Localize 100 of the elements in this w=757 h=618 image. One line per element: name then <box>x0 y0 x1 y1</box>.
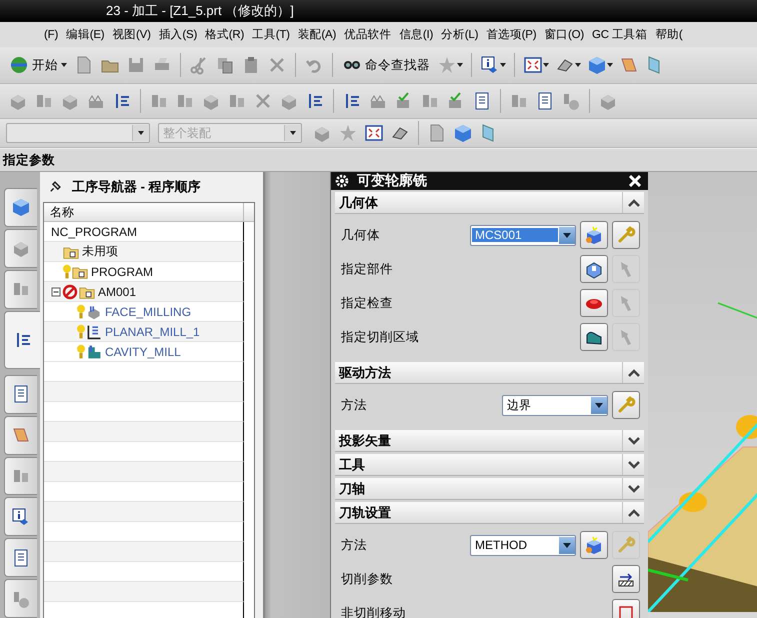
section-title: 刀轨设置 <box>338 504 392 522</box>
globe-icon <box>9 55 29 75</box>
method-dropdown[interactable]: 边界 <box>502 394 608 416</box>
cube-icon <box>453 123 473 143</box>
navigator-tab[interactable] <box>4 310 40 369</box>
settings-icon[interactable] <box>335 174 349 188</box>
cue-line: 指定参数 <box>3 152 55 168</box>
menu-item[interactable]: 首选项(P) <box>482 27 540 42</box>
menu-item[interactable]: 信息(I) <box>395 27 438 42</box>
navigator-tab[interactable] <box>4 374 37 414</box>
section-header[interactable]: 投影矢量 <box>335 430 644 452</box>
dialog-title: 可变轮廓铣 <box>357 172 428 190</box>
tree-item-label: PROGRAM <box>91 264 154 278</box>
caret-icon <box>61 63 67 67</box>
section-title: 投影矢量 <box>338 432 392 450</box>
field-label: 指定切削区域 <box>341 328 420 346</box>
cube-icon <box>587 55 607 75</box>
navigator-tab[interactable] <box>4 497 37 536</box>
pin-icon[interactable] <box>48 180 62 194</box>
tree-row[interactable]: PLANAR_MILL_1 <box>44 322 244 342</box>
menu-item[interactable]: 帮助( <box>651 27 686 42</box>
tree-item-label: CAVITY_MILL <box>105 344 181 358</box>
star-icon <box>437 55 457 75</box>
section-title: 刀轴 <box>338 480 366 498</box>
collapse-icon[interactable] <box>51 286 61 296</box>
menu-item[interactable]: 视图(V) <box>108 27 155 42</box>
lightbulb-icon <box>63 264 71 280</box>
section-header[interactable]: 几何体 <box>335 192 644 214</box>
star-icon <box>338 123 358 143</box>
chevron-up-icon <box>628 368 640 376</box>
tool-button[interactable] <box>612 565 640 593</box>
tree-item-label: FACE_MILLING <box>105 304 192 318</box>
fit-view-icon <box>523 55 543 75</box>
menu-item[interactable]: 编辑(E) <box>62 27 108 42</box>
cube-icon <box>11 197 31 218</box>
tree-row[interactable]: CAVITY_MILL <box>44 342 244 362</box>
field-label: 指定检查 <box>341 294 394 312</box>
tree-row[interactable]: FACE_MILLING <box>44 302 244 322</box>
field-label: 方法 <box>341 536 368 554</box>
caret-icon <box>575 63 581 67</box>
tree-row[interactable]: 未用项 <box>44 242 244 262</box>
tree-item-label: AM001 <box>98 284 136 298</box>
cube-icon <box>584 535 604 555</box>
cube-icon <box>584 225 604 245</box>
section-header[interactable]: 工具 <box>335 454 644 476</box>
caret-icon <box>457 63 463 67</box>
tree-item-label: 未用项 <box>82 243 118 260</box>
clock-icon <box>561 91 581 111</box>
tree-row[interactable]: NC_PROGRAM <box>44 222 244 242</box>
chevron-up-icon <box>628 508 640 516</box>
dropdown-arrow-icon <box>563 542 571 548</box>
menu-item[interactable]: 工具(T) <box>248 27 294 42</box>
fit-view-icon <box>364 123 384 143</box>
save-icon <box>126 55 146 75</box>
menu-item[interactable]: 插入(S) <box>154 27 202 42</box>
wrench-icon <box>616 535 636 555</box>
section-title: 工具 <box>338 456 366 474</box>
navigator-tab[interactable] <box>4 538 37 578</box>
menu-item[interactable]: 优品软件 <box>340 27 396 42</box>
caret-icon <box>500 63 506 67</box>
tool-button[interactable] <box>580 255 608 283</box>
caret-icon <box>138 131 144 135</box>
binoculars-icon <box>342 60 362 70</box>
field-label: 几何体 <box>341 226 381 244</box>
section-header[interactable]: 刀轨设置 <box>335 502 644 524</box>
window-title: 23 - 加工 - [Z1_5.prt （修改的）] <box>106 2 294 20</box>
face-milling-icon <box>86 304 102 320</box>
chevron-down-icon <box>628 484 640 492</box>
field-label: 指定部件 <box>341 260 394 278</box>
method-dropdown[interactable]: MCS001 <box>470 224 576 246</box>
tree-item-label: NC_PROGRAM <box>51 224 138 238</box>
command-finder-button[interactable]: 命令查找器 <box>339 54 433 76</box>
tree-row[interactable]: AM001 <box>44 282 244 302</box>
dropdown-arrow-icon <box>595 402 603 408</box>
method-dropdown[interactable]: METHOD <box>470 534 576 556</box>
menu-item[interactable]: 窗口(O) <box>540 27 588 42</box>
menu-item[interactable]: 装配(A) <box>294 27 340 42</box>
prohibited-icon <box>62 284 78 300</box>
lightbulb-icon <box>77 304 85 320</box>
caret-icon <box>290 131 296 135</box>
wrench-icon <box>616 395 636 415</box>
lightbulb-icon <box>77 344 85 360</box>
tree-item-label: PLANAR_MILL_1 <box>105 324 200 338</box>
caret-icon <box>607 63 613 67</box>
lightbulb-icon <box>77 324 85 340</box>
field-label: 方法 <box>341 396 368 414</box>
menu-item[interactable]: (F) <box>40 28 62 40</box>
type-filter-dropdown[interactable] <box>6 123 150 143</box>
menu-item[interactable]: 格式(R) <box>201 27 248 42</box>
cavity-mill-icon <box>86 344 102 360</box>
chevron-down-icon <box>628 460 640 468</box>
start-button[interactable]: 开始 <box>6 53 70 77</box>
section-header[interactable]: 刀轴 <box>335 478 644 500</box>
copy-icon <box>215 55 235 75</box>
section-header[interactable]: 驱动方法 <box>335 362 644 384</box>
menu-item[interactable]: 分析(L) <box>437 27 482 42</box>
menu-item[interactable]: GC 工具箱 <box>588 27 652 42</box>
dropdown-arrow-icon <box>563 232 571 238</box>
tree-row[interactable]: PROGRAM <box>44 262 244 282</box>
tool-button[interactable] <box>580 323 608 351</box>
